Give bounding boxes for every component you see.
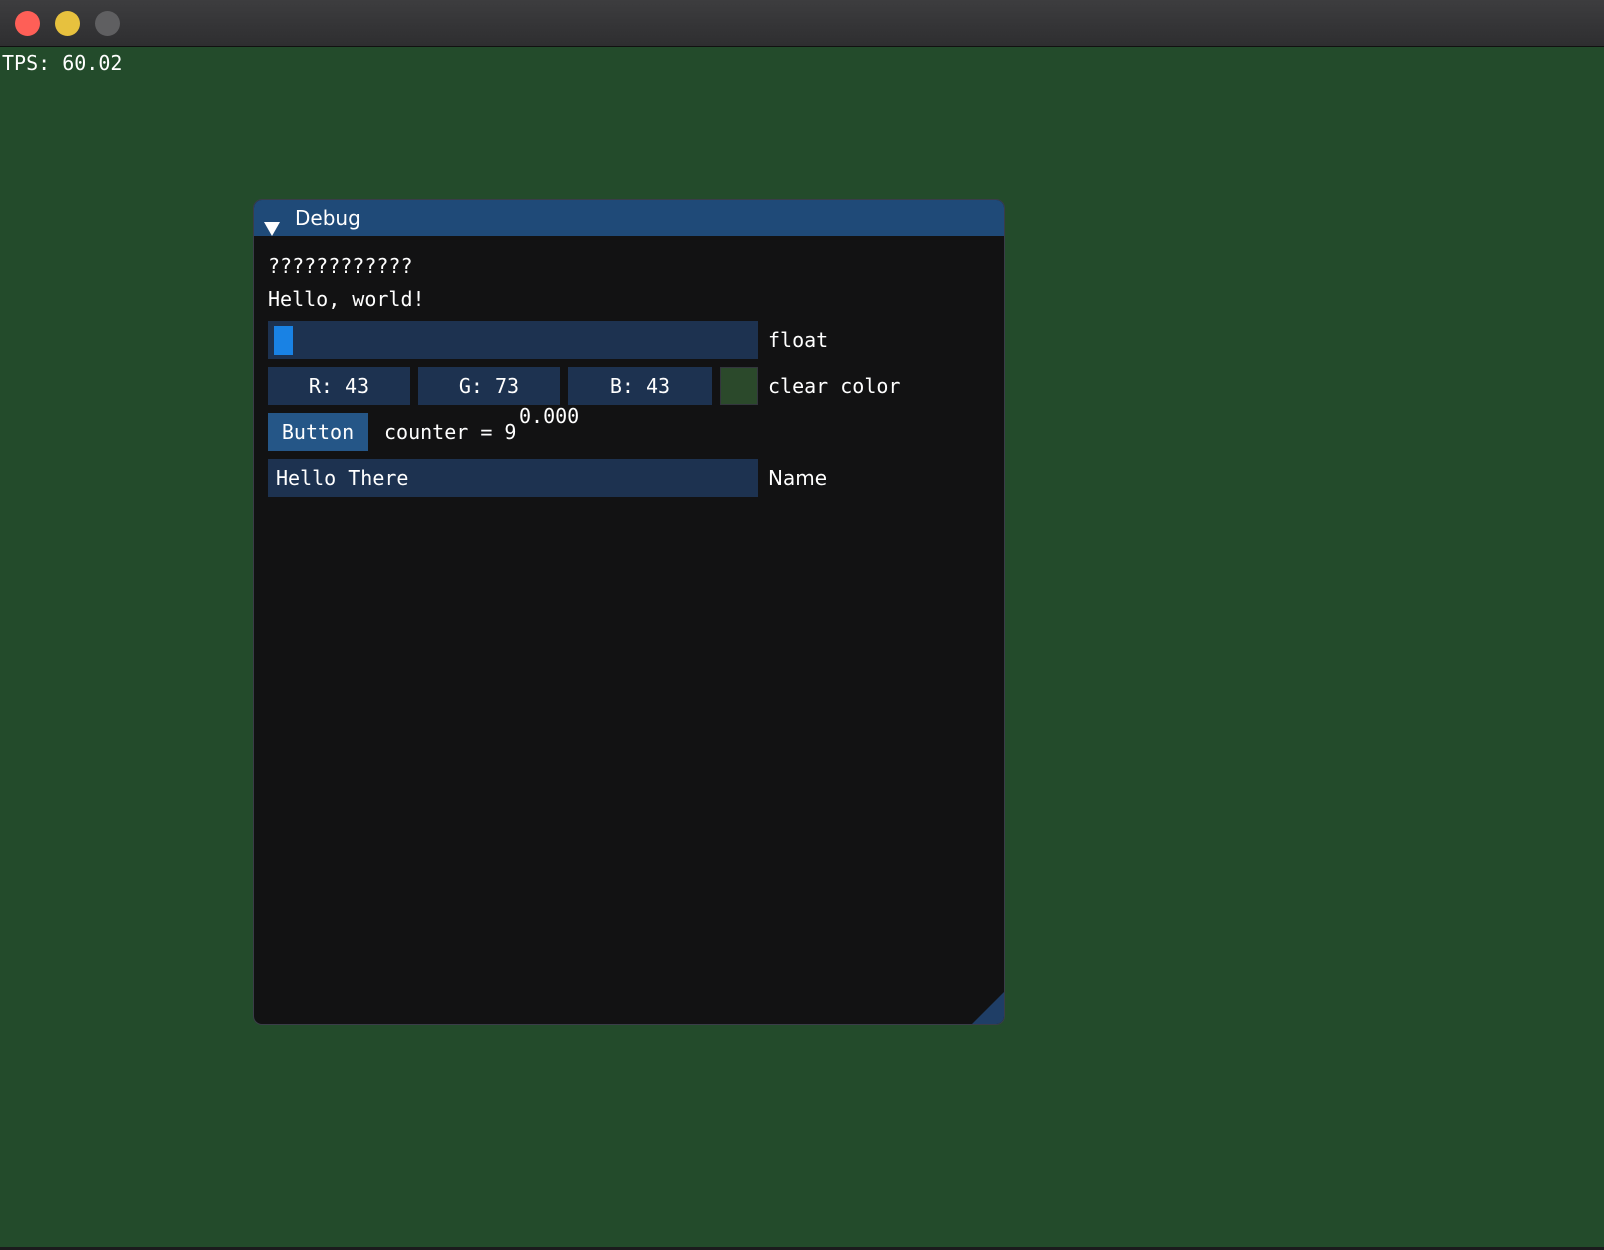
- float-slider-label: float: [768, 328, 829, 352]
- resize-grip[interactable]: [972, 992, 1004, 1024]
- debug-panel-header[interactable]: Debug: [254, 200, 1004, 236]
- slider-value: 0.000: [519, 404, 580, 428]
- name-input[interactable]: Hello There: [268, 459, 758, 497]
- name-input-label: Name: [768, 466, 828, 490]
- color-g-drag[interactable]: G: 73: [418, 367, 560, 405]
- slider-grab-handle[interactable]: [274, 326, 293, 355]
- float-slider[interactable]: 0.000: [268, 321, 758, 428]
- close-window-button[interactable]: [15, 11, 40, 36]
- counter-text: counter = 9: [384, 420, 517, 444]
- debug-panel-title: Debug: [295, 206, 361, 230]
- app-window: TPS: 60.02 Debug ???????????? Hello, wor…: [0, 0, 1604, 1250]
- maximize-window-button[interactable]: [95, 11, 120, 36]
- debug-panel: Debug ???????????? Hello, world! 0.000 f…: [253, 199, 1005, 1025]
- window-titlebar[interactable]: [0, 0, 1604, 47]
- hello-world-text: Hello, world!: [268, 287, 425, 311]
- unicode-text-line: ????????????: [268, 254, 413, 278]
- color-b-drag[interactable]: B: 43: [568, 367, 712, 405]
- clear-color-swatch[interactable]: [720, 367, 758, 405]
- clear-color-label: clear color: [768, 374, 901, 398]
- minimize-window-button[interactable]: [55, 11, 80, 36]
- tps-readout: TPS: 60.02: [2, 51, 123, 75]
- increment-button[interactable]: Button: [268, 413, 368, 451]
- collapse-arrow-icon[interactable]: [264, 211, 280, 247]
- color-r-drag[interactable]: R: 43: [268, 367, 410, 405]
